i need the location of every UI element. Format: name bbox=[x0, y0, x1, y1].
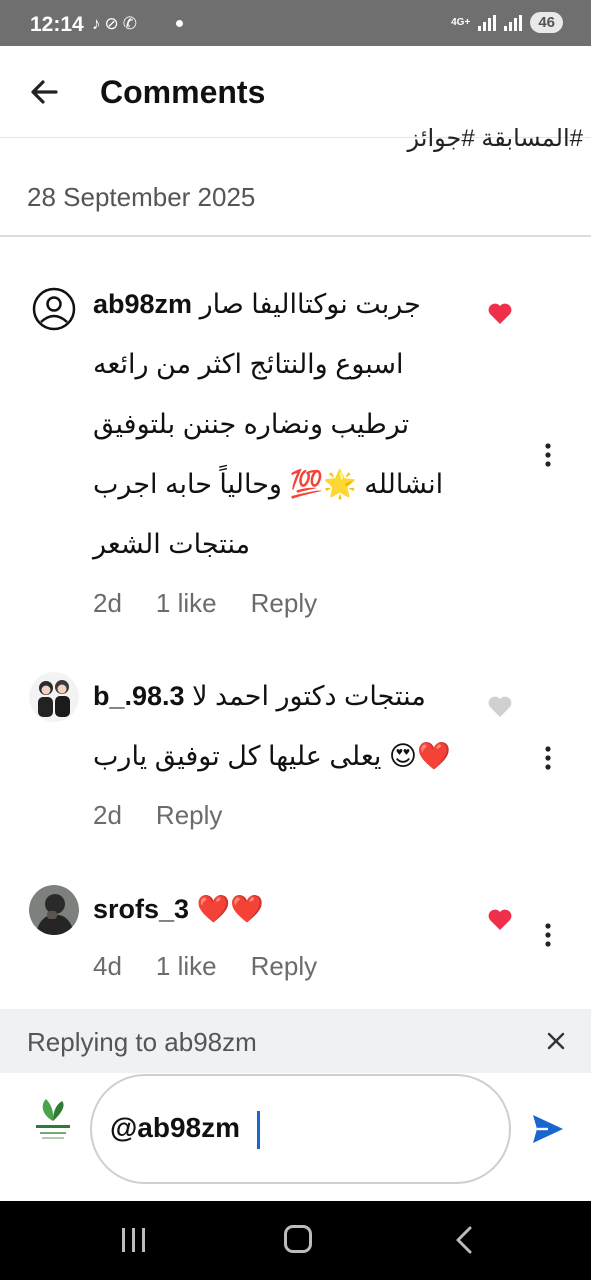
back-nav-icon[interactable] bbox=[454, 1225, 474, 1255]
more-notifications-dot bbox=[176, 20, 183, 27]
reply-link[interactable]: Reply bbox=[251, 588, 317, 619]
replying-to-text: Replying to ab98zm bbox=[27, 1027, 257, 1057]
reply-link[interactable]: Reply bbox=[156, 800, 222, 831]
avatar[interactable] bbox=[29, 885, 79, 935]
comment-meta: 2d 1 like Reply bbox=[93, 588, 473, 619]
comment-meta: 2d Reply bbox=[93, 800, 473, 831]
notification-icons: ♪ ⊘ ✆ bbox=[92, 14, 137, 34]
video-icon: ⊘ bbox=[104, 14, 119, 33]
comment-text: ab98zm جربت نوكتااليفا صار اسبوع والنتائ… bbox=[93, 289, 444, 559]
recents-icon[interactable] bbox=[120, 1227, 148, 1253]
comment-time: 4d bbox=[93, 951, 122, 981]
comment-body: ab98zm جربت نوكتااليفا صار اسبوع والنتائ… bbox=[93, 274, 473, 619]
comment-username[interactable]: srofs_3 bbox=[93, 894, 189, 924]
comment-input[interactable]: @ab98zm bbox=[90, 1074, 511, 1184]
comment-text: b_.98.3 منتجات دكتور احمد لا يعلى عليها … bbox=[93, 681, 451, 771]
comment-username[interactable]: b_.98.3 bbox=[93, 681, 185, 711]
comment-body: b_.98.3 منتجات دكتور احمد لا يعلى عليها … bbox=[93, 666, 473, 831]
replying-to-bar: Replying to ab98zm bbox=[0, 1009, 591, 1073]
heart-icon[interactable] bbox=[487, 908, 513, 932]
post-date: 28 September 2025 bbox=[27, 182, 256, 212]
back-arrow-icon[interactable] bbox=[24, 72, 64, 112]
system-nav-bar bbox=[0, 1201, 591, 1280]
divider bbox=[0, 235, 591, 237]
comment-composer: @ab98zm bbox=[0, 1073, 591, 1201]
post-caption-text: #المسابقة #جوائز bbox=[407, 125, 583, 152]
signal-icon bbox=[478, 14, 497, 31]
comment-input-value: @ab98zm bbox=[110, 1112, 241, 1143]
whatsapp-icon: ✆ bbox=[122, 14, 137, 33]
reply-link[interactable]: Reply bbox=[251, 951, 317, 982]
battery-badge: 46 bbox=[530, 12, 563, 33]
signal-icon bbox=[504, 14, 523, 31]
network-type: 4G+ bbox=[451, 16, 471, 28]
comment-body: srofs_3 ❤️❤️ 4d 1 like Reply bbox=[93, 879, 473, 982]
status-bar: 12:14 ♪ ⊘ ✆ 4G+ 46 bbox=[0, 0, 591, 46]
comment-text: srofs_3 ❤️❤️ bbox=[93, 894, 264, 924]
comment-meta: 4d 1 like Reply bbox=[93, 951, 473, 982]
comment-likes[interactable]: 1 like bbox=[156, 588, 217, 619]
avatar[interactable] bbox=[29, 284, 79, 334]
home-icon[interactable] bbox=[284, 1225, 312, 1253]
tiktok-icon: ♪ bbox=[92, 14, 101, 33]
heart-icon[interactable] bbox=[487, 695, 513, 719]
send-icon[interactable] bbox=[530, 1111, 566, 1147]
comment-likes[interactable]: 1 like bbox=[156, 951, 217, 982]
post-caption: #المسابقة #جوائز bbox=[291, 122, 591, 152]
comment-time: 2d bbox=[93, 588, 122, 618]
page-title: Comments bbox=[100, 74, 266, 110]
more-options-icon[interactable] bbox=[538, 745, 558, 771]
avatar[interactable] bbox=[29, 672, 79, 722]
page-logo-icon bbox=[36, 1099, 70, 1139]
close-icon[interactable] bbox=[544, 1029, 568, 1053]
more-options-icon[interactable] bbox=[538, 922, 558, 948]
more-options-icon[interactable] bbox=[538, 442, 558, 468]
comment-time: 2d bbox=[93, 800, 122, 830]
text-caret bbox=[257, 1111, 260, 1149]
status-right: 4G+ 46 bbox=[451, 12, 563, 33]
heart-icon[interactable] bbox=[487, 302, 513, 326]
comment-username[interactable]: ab98zm bbox=[93, 289, 192, 319]
status-time: 12:14 bbox=[30, 13, 84, 36]
